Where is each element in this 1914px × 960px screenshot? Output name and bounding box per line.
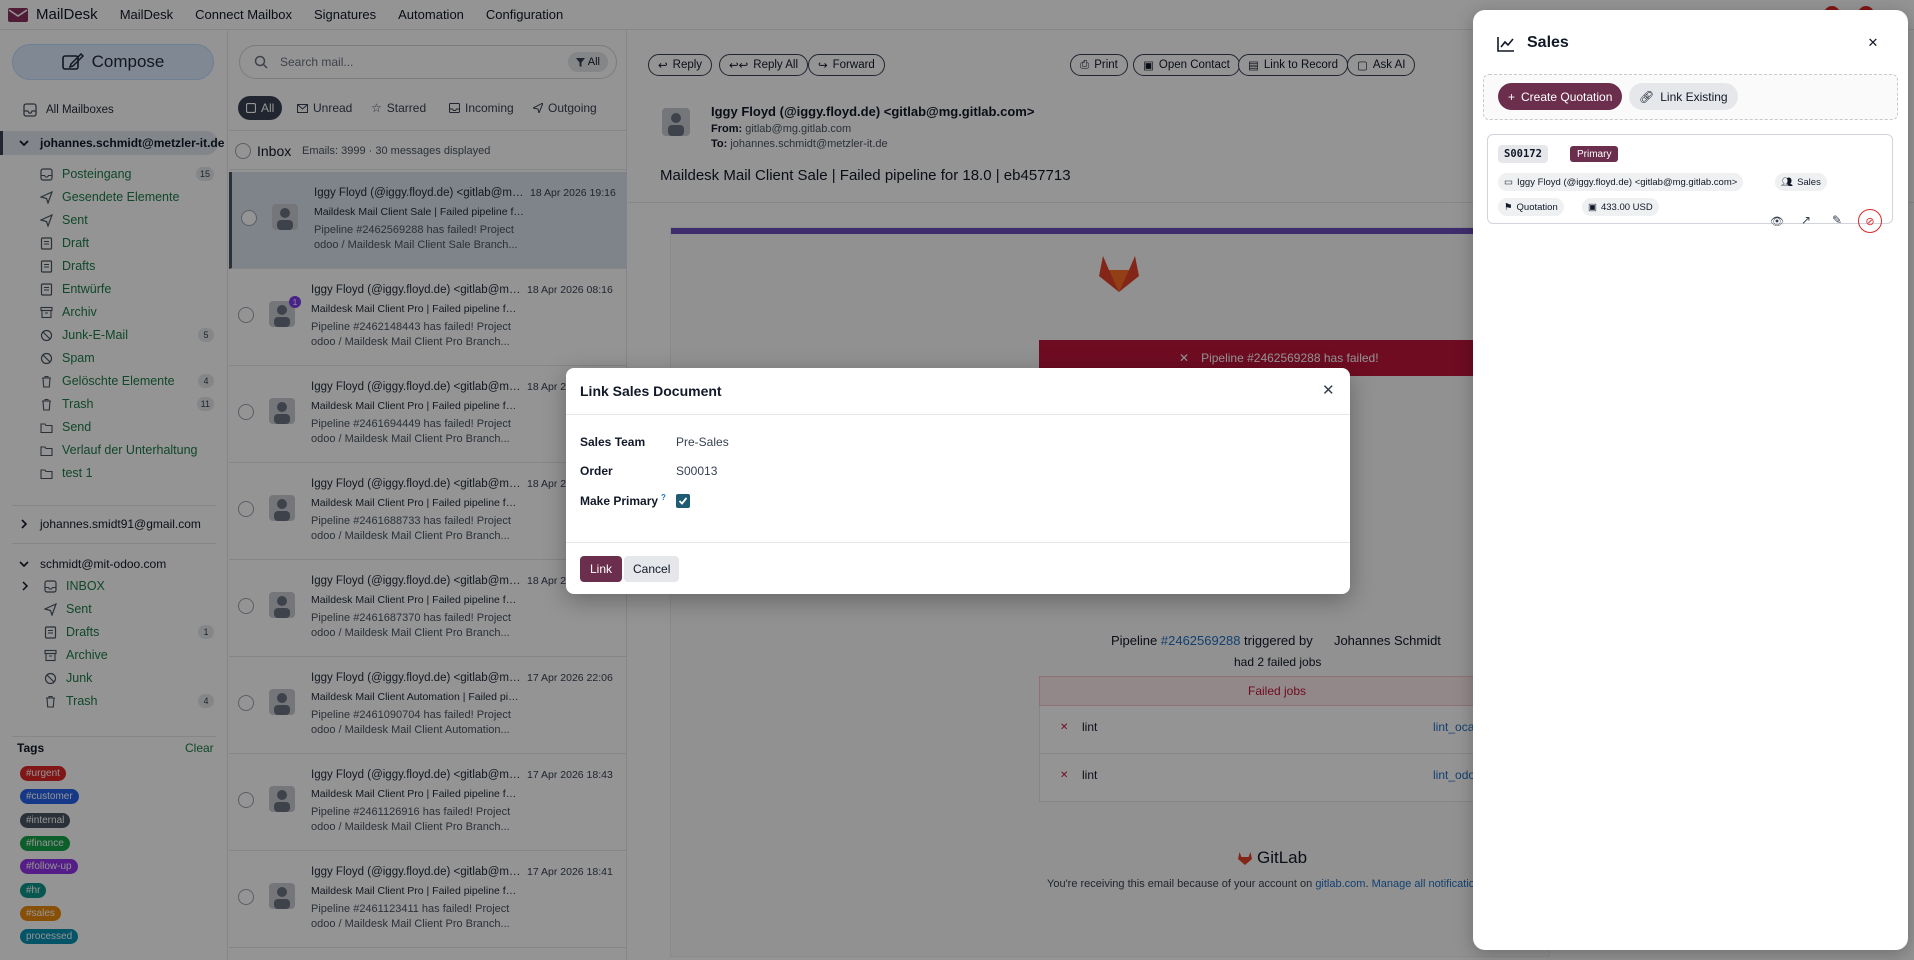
divider <box>566 414 1350 415</box>
make-primary-text: Make Primary <box>580 494 659 508</box>
make-primary-label: Make Primary? <box>580 493 666 508</box>
amount-chip: ▣ 433.00 USD <box>1582 198 1659 216</box>
id-card-icon: ▭ <box>1504 176 1513 188</box>
open-external-icon[interactable]: ↗ <box>1801 213 1811 227</box>
plus-icon: + <box>1508 89 1516 104</box>
state-chip: ⚑ Quotation <box>1498 198 1564 216</box>
make-primary-checkbox[interactable] <box>676 494 690 508</box>
order-ref: S00172 <box>1498 145 1548 163</box>
team-chip: 👥︎ Sales <box>1775 173 1827 191</box>
help-icon[interactable]: ? <box>661 493 666 502</box>
cancel-button[interactable]: Cancel <box>624 556 680 582</box>
unlink-icon[interactable]: ⊘ <box>1858 209 1882 233</box>
link-existing-button[interactable]: 🔗︎ Link Existing <box>1629 83 1738 110</box>
money-icon: ▣ <box>1588 201 1597 213</box>
team-label: Sales <box>1797 176 1821 188</box>
users-icon: 👥︎ <box>1781 176 1794 188</box>
link-icon: 🔗︎ <box>1639 89 1655 104</box>
sales-team-field[interactable]: Pre-Sales <box>676 435 729 449</box>
primary-badge: Primary <box>1570 146 1619 162</box>
link-button[interactable]: Link <box>580 556 623 582</box>
amount-label: 433.00 USD <box>1600 201 1653 213</box>
contact-chip: ▭ Iggy Floyd (@iggy.floyd.de) <gitlab@mg.… <box>1498 173 1744 191</box>
order-label: Order <box>580 464 613 478</box>
divider <box>566 542 1350 543</box>
view-icon[interactable]: 👁︎ <box>1770 215 1784 228</box>
close-icon[interactable]: ✕ <box>1862 32 1884 54</box>
contact-label: Iggy Floyd (@iggy.floyd.de) <gitlab@mg.g… <box>1516 176 1738 188</box>
edit-icon[interactable]: ✎ <box>1832 213 1842 227</box>
state-label: Quotation <box>1516 201 1558 213</box>
sales-chart-icon <box>1497 36 1515 52</box>
dialog-title: Link Sales Document <box>580 383 722 399</box>
sales-panel: Sales ✕ + Create Quotation 🔗︎ Link Existin… <box>1473 10 1908 950</box>
create-quotation-label: Create Quotation <box>1521 89 1613 104</box>
link-sales-document-dialog: Link Sales Document ✕ Sales Team Pre-Sal… <box>566 368 1350 594</box>
flag-icon: ⚑ <box>1504 201 1513 213</box>
link-existing-label: Link Existing <box>1660 89 1728 104</box>
order-field[interactable]: S00013 <box>676 464 717 478</box>
sales-panel-title: Sales <box>1527 34 1569 51</box>
create-quotation-button[interactable]: + Create Quotation <box>1498 83 1623 110</box>
sales-order-card[interactable]: S00172 Primary ▭ Iggy Floyd (@iggy.floyd.… <box>1487 134 1893 233</box>
close-icon[interactable]: ✕ <box>1322 381 1335 399</box>
sales-team-label: Sales Team <box>580 435 646 449</box>
